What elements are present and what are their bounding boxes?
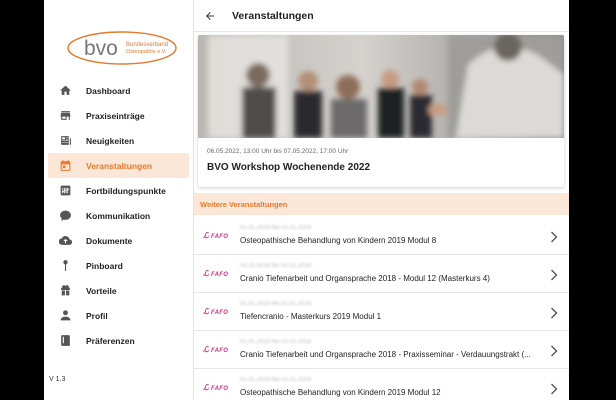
featured-event-image bbox=[198, 35, 564, 138]
event-title: Cranio Tiefenarbeit und Organsprache 201… bbox=[240, 274, 490, 283]
sidebar-item-label: Kommunikation bbox=[86, 210, 151, 221]
app-window: bvo Bundesverband Osteopathie e.V. Dashb… bbox=[44, 0, 569, 400]
fafo-logo: ℒ FAFO bbox=[203, 344, 229, 354]
featured-event-date: 06.05.2022, 13:00 Uhr bis 07.05.2022, 17… bbox=[207, 148, 349, 155]
chevron-right-icon bbox=[550, 306, 558, 319]
chevron-right-icon bbox=[550, 230, 558, 243]
fafo-logo: ℒ FAFO bbox=[203, 306, 229, 316]
event-date: 01.01.2019 bis 02.01.2019 bbox=[240, 225, 312, 231]
list-item[interactable]: ℒ FAFO 01.01.2018 bis 02.01.2018 Cranio … bbox=[194, 331, 569, 369]
svg-text:Bundesverband: Bundesverband bbox=[126, 42, 168, 48]
chat-icon bbox=[58, 209, 72, 223]
app-bar: Veranstaltungen bbox=[194, 0, 569, 32]
home-icon bbox=[58, 84, 72, 98]
sidebar-item-vorteile[interactable]: Vorteile bbox=[48, 278, 189, 303]
sidebar-item-profil[interactable]: Profil bbox=[48, 303, 189, 328]
list-item[interactable]: ℒ FAFO 01.01.2019 bis 02.01.2019 Osteopa… bbox=[194, 217, 569, 255]
chevron-right-icon bbox=[550, 344, 558, 357]
app-version: V 1.3 bbox=[49, 376, 66, 383]
sidebar-item-veranstaltungen[interactable]: Veranstaltungen bbox=[48, 153, 189, 178]
arrow-back-icon[interactable] bbox=[204, 10, 216, 22]
sidebar-item-label: Fortbildungspunkte bbox=[86, 185, 166, 196]
sidebar-item-pinboard[interactable]: Pinboard bbox=[48, 253, 189, 278]
sidebar-item-label: Veranstaltungen bbox=[86, 160, 153, 171]
event-date: 01.01.2019 bis 02.01.2019 bbox=[240, 377, 312, 383]
book-icon bbox=[58, 334, 72, 348]
sidebar-item-dashboard[interactable]: Dashboard bbox=[48, 78, 189, 103]
page-title: Veranstaltungen bbox=[232, 9, 314, 22]
sidebar-item-label: Profil bbox=[86, 310, 108, 321]
event-date: 01.01.2018 bis 02.01.2018 bbox=[240, 339, 312, 345]
sidebar-item-fortbildungspunkte[interactable]: Fortbildungspunkte bbox=[48, 178, 189, 203]
sidebar-item-label: Pinboard bbox=[86, 260, 123, 271]
svg-text:Osteopathie e.V.: Osteopathie e.V. bbox=[126, 49, 167, 55]
featured-event-title: BVO Workshop Wochenende 2022 bbox=[207, 162, 371, 173]
store-icon bbox=[58, 109, 72, 123]
svg-text:bvo: bvo bbox=[84, 37, 118, 60]
chevron-right-icon bbox=[550, 268, 558, 281]
sidebar-item-kommunikation[interactable]: Kommunikation bbox=[48, 203, 189, 228]
sidebar-item-neuigkeiten[interactable]: Neuigkeiten bbox=[48, 128, 189, 153]
sidebar-item-label: Dokumente bbox=[86, 235, 133, 246]
main-content: Veranstaltungen 06.05.2022, 13:00 Uhr bi… bbox=[194, 0, 569, 400]
section-header: Weitere Veranstaltungen bbox=[194, 193, 569, 215]
fafo-logo: ℒ FAFO bbox=[203, 268, 229, 278]
list-item[interactable]: ℒ FAFO 01.01.2019 bis 02.01.2019 Osteopa… bbox=[194, 369, 569, 400]
chevron-right-icon bbox=[550, 382, 558, 395]
gift-icon bbox=[58, 284, 72, 298]
sidebar-item-label: Präferenzen bbox=[86, 335, 135, 346]
sidebar-item-praxiseintraege[interactable]: Praxiseinträge bbox=[48, 103, 189, 128]
tally-icon bbox=[58, 184, 72, 198]
list-item[interactable]: ℒ FAFO 01.01.2019 bis 02.01.2019 Tiefenc… bbox=[194, 293, 569, 331]
event-title: Osteopathische Behandlung von Kindern 20… bbox=[240, 236, 437, 245]
person-icon bbox=[58, 309, 72, 323]
section-title: Weitere Veranstaltungen bbox=[200, 199, 288, 209]
featured-event-card[interactable]: 06.05.2022, 13:00 Uhr bis 07.05.2022, 17… bbox=[198, 35, 564, 187]
sidebar-item-label: Vorteile bbox=[86, 285, 117, 296]
event-list: ℒ FAFO 01.01.2019 bis 02.01.2019 Osteopa… bbox=[194, 217, 569, 400]
cloud-icon bbox=[58, 234, 72, 248]
newspaper-icon bbox=[58, 134, 72, 148]
event-date: 01.01.2018 bis 02.01.2018 bbox=[240, 263, 312, 269]
event-date: 01.01.2019 bis 02.01.2019 bbox=[240, 301, 312, 307]
sidebar-item-label: Dashboard bbox=[86, 85, 131, 96]
sidebar-item-dokumente[interactable]: Dokumente bbox=[48, 228, 189, 253]
fafo-logo: ℒ FAFO bbox=[203, 230, 229, 240]
fafo-logo: ℒ FAFO bbox=[203, 382, 229, 392]
sidebar: bvo Bundesverband Osteopathie e.V. Dashb… bbox=[44, 0, 194, 400]
calendar-icon bbox=[58, 159, 72, 173]
sidebar-item-label: Neuigkeiten bbox=[86, 135, 135, 146]
pin-icon bbox=[58, 259, 72, 273]
list-item[interactable]: ℒ FAFO 01.01.2018 bis 02.01.2018 Cranio … bbox=[194, 255, 569, 293]
sidebar-nav: Dashboard Praxiseinträge Neuigkeiten Ver… bbox=[44, 78, 194, 353]
event-title: Tiefencranio - Masterkurs 2019 Modul 1 bbox=[240, 312, 382, 321]
event-title: Osteopathische Behandlung von Kindern 20… bbox=[240, 388, 441, 397]
sidebar-item-label: Praxiseinträge bbox=[86, 110, 145, 121]
bvo-logo: bvo Bundesverband Osteopathie e.V. bbox=[66, 28, 184, 68]
event-title: Cranio Tiefenarbeit und Organsprache 201… bbox=[240, 350, 531, 359]
sidebar-item-praeferenzen[interactable]: Präferenzen bbox=[48, 328, 189, 353]
